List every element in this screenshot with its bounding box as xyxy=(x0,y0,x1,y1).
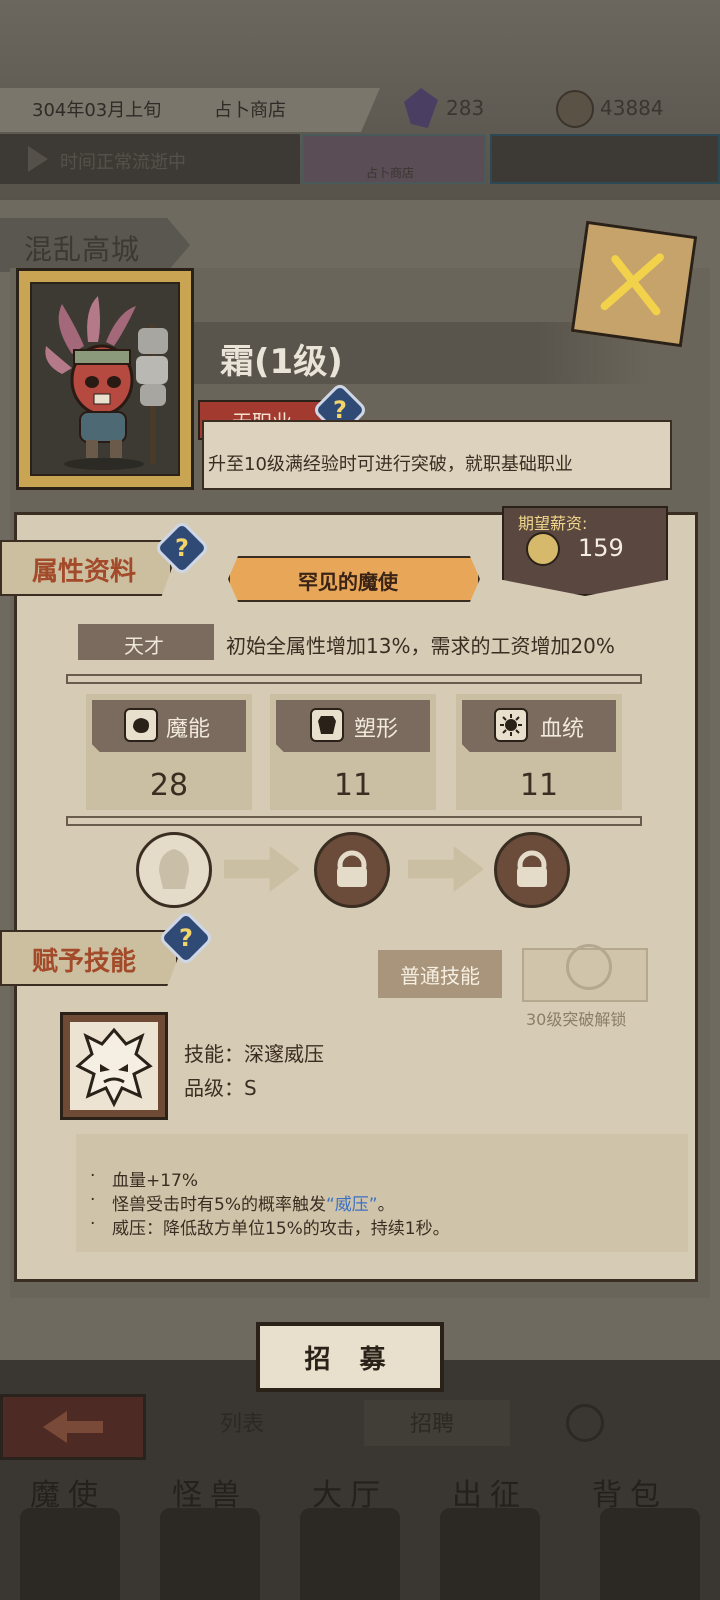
normal-skill-button[interactable]: 普通技能 xyxy=(378,950,502,998)
stat-header-bloodline xyxy=(462,700,616,752)
recruit-button[interactable]: 招 募 xyxy=(256,1322,444,1392)
attributes-section-title: 属性资料 xyxy=(32,557,137,587)
unit-name: 霜(1级) xyxy=(220,342,343,382)
skill-keyword-link[interactable]: “威压” xyxy=(326,1195,378,1215)
stat-name: 塑形 xyxy=(354,717,399,742)
unlock-requirement-text: 30级突破解锁 xyxy=(526,1010,627,1029)
play-icon[interactable] xyxy=(28,146,48,172)
bullet: · xyxy=(90,1190,96,1210)
stat-name: 血统 xyxy=(540,717,585,742)
time-status-text: 时间正常流逝中 xyxy=(60,152,186,173)
skills-section-title: 赋予技能 xyxy=(32,947,137,977)
coin-icon xyxy=(556,90,594,128)
skill-desc-line: 威压：降低敌方单位15%的攻击，持续1秒。 xyxy=(112,1219,450,1239)
talent-description: 初始全属性增加13%，需求的工资增加20% xyxy=(226,634,615,658)
backpack-icon[interactable] xyxy=(600,1508,700,1600)
expected-salary-label: 期望薪资: xyxy=(518,514,588,533)
stage-locked-icon[interactable] xyxy=(314,832,390,908)
armor-icon xyxy=(310,708,344,742)
stats-top-rule xyxy=(66,674,642,684)
tab-hire[interactable]: 招聘 xyxy=(410,1406,454,1438)
skill-grade: 品级：S xyxy=(184,1076,257,1100)
skill-desc-text: 怪兽受击时有5%的概率触发 xyxy=(112,1195,326,1215)
stats-bottom-rule xyxy=(66,816,642,826)
fist-icon xyxy=(124,708,158,742)
skull-icon[interactable] xyxy=(20,1508,120,1600)
unit-portrait xyxy=(30,282,180,476)
class-hint-text: 升至10级满经验时可进行突破，就职基础职业 xyxy=(208,454,573,475)
hall-icon[interactable] xyxy=(300,1508,400,1600)
bullet: · xyxy=(90,1214,96,1234)
coin-icon xyxy=(526,532,560,566)
bullet: · xyxy=(90,1166,96,1186)
lock-icon[interactable] xyxy=(566,1404,604,1442)
skill-name: 技能：深邃威压 xyxy=(184,1042,324,1066)
location-text: 占卜商店 xyxy=(214,100,286,121)
ghost-icon xyxy=(70,1022,158,1110)
shop-thumbnail-label: 占卜商店 xyxy=(366,166,415,180)
area-name: 混乱高城 xyxy=(24,233,141,266)
expected-salary-value: 159 xyxy=(578,534,624,562)
coin-count: 43884 xyxy=(600,96,664,120)
tab-list[interactable]: 列表 xyxy=(220,1406,264,1438)
close-button[interactable] xyxy=(570,220,698,348)
arrow-left-icon[interactable] xyxy=(3,1397,143,1457)
stat-value: 11 xyxy=(333,768,373,803)
sun-icon xyxy=(494,708,528,742)
stat-name: 魔能 xyxy=(166,717,211,742)
stat-value: 28 xyxy=(149,768,189,803)
date-text: 304年03月上旬 xyxy=(32,100,162,121)
building-slots[interactable] xyxy=(490,134,720,184)
skill-desc-line: 血量+17% xyxy=(112,1171,199,1191)
monster-icon[interactable] xyxy=(160,1508,260,1600)
rarity-text: 罕见的魔使 xyxy=(298,570,398,594)
back-button[interactable] xyxy=(0,1394,146,1460)
skill-desc-text: 。 xyxy=(377,1195,395,1215)
close-icon[interactable] xyxy=(589,239,679,329)
stage-locked-icon[interactable] xyxy=(494,832,570,908)
talent-label: 天才 xyxy=(124,634,164,658)
lock-icon xyxy=(566,944,612,990)
expedition-icon[interactable] xyxy=(440,1508,540,1600)
skill-desc-line: 怪兽受击时有5%的概率触发“威压”。 xyxy=(112,1190,395,1215)
stage-current-icon[interactable] xyxy=(136,832,212,908)
stat-value: 11 xyxy=(519,768,559,803)
stat-header-shape xyxy=(276,700,430,752)
gem-count: 283 xyxy=(446,96,485,120)
